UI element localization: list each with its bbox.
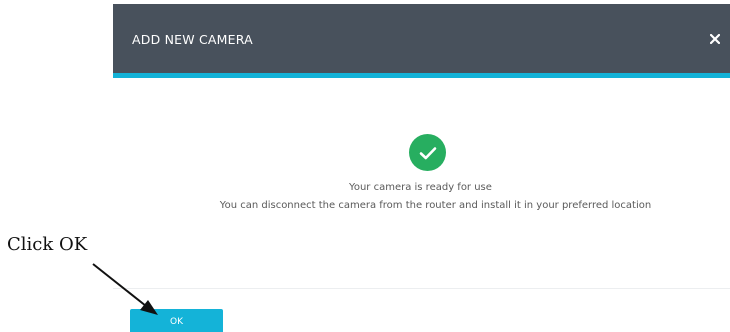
footer-divider <box>113 288 730 289</box>
close-icon <box>710 34 720 44</box>
add-camera-dialog: ADD NEW CAMERA Your camera is ready for … <box>113 4 730 332</box>
dialog-header: ADD NEW CAMERA <box>113 4 730 73</box>
check-circle-icon <box>409 134 446 171</box>
dialog-title: ADD NEW CAMERA <box>132 32 253 47</box>
checkmark-icon <box>419 146 436 159</box>
close-button[interactable] <box>704 28 726 50</box>
install-instructions: You can disconnect the camera from the r… <box>219 200 652 211</box>
ok-button[interactable]: OK <box>130 309 223 332</box>
annotation-label: Click OK <box>7 234 88 255</box>
screenshot-stage: ADD NEW CAMERA Your camera is ready for … <box>0 0 730 332</box>
ready-message: Your camera is ready for use <box>349 182 492 193</box>
header-accent-bar <box>113 73 730 78</box>
